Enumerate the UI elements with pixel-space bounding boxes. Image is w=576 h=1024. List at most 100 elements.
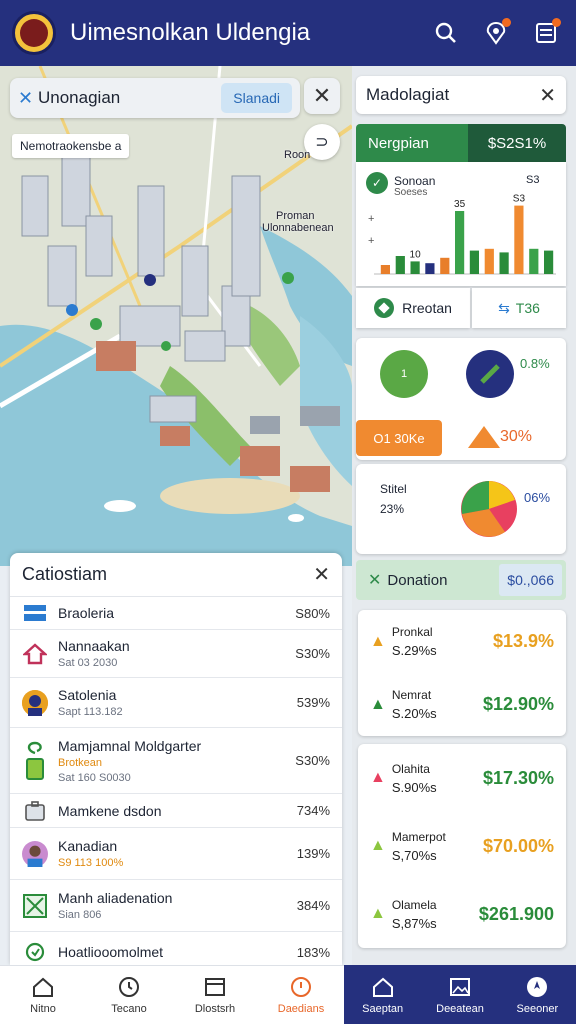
chart-bar xyxy=(395,256,405,274)
list-item[interactable]: Manh aliadenation Sian 806 384% xyxy=(10,880,342,932)
bottom-nav-left: Nitno Tecano Dlostsrh Daedians xyxy=(0,965,344,1024)
list-item-value: S30% xyxy=(295,753,330,768)
chart-bar xyxy=(425,263,435,274)
image-icon xyxy=(448,975,472,999)
donation-bar[interactable]: ✕ Donation $0.,066 xyxy=(356,560,566,600)
list-item[interactable]: Satolenia Sapt 113.182 539% xyxy=(10,678,342,728)
house-icon xyxy=(22,641,48,667)
list-item-sub: S9 113 100% xyxy=(58,857,124,869)
tools-icon: ✕ xyxy=(368,572,382,589)
chart-bar xyxy=(499,252,509,274)
nav-item-alerts[interactable]: Daedians xyxy=(258,966,344,1024)
stat-row[interactable]: ▲ Nemrat S.20%s $12.90% xyxy=(358,673,566,736)
list-item[interactable]: Braoleria S80% xyxy=(10,597,342,630)
t36-button[interactable]: ⇆ T36 xyxy=(472,288,566,328)
stats-card-top: ▲ Pronkal S.29%s $13.9% ▲ Nemrat S.20%s … xyxy=(358,610,566,736)
search-filter-chip[interactable]: Slanadi xyxy=(221,83,292,113)
stat-value: $17.30% xyxy=(482,767,554,788)
list-item-value: S80% xyxy=(295,605,330,621)
chart-bar xyxy=(484,248,494,274)
chart-bar xyxy=(469,250,479,274)
stats-card-bottom: ▲ Olahita S.90%s $17.30% ▲ Mamerpot S,70… xyxy=(358,744,566,948)
nav-label: Seeoner xyxy=(516,1002,559,1015)
pin-icon: ▲ xyxy=(370,837,386,854)
nav-item-clock[interactable]: Tecano xyxy=(86,966,172,1024)
list-item-value: S30% xyxy=(295,646,330,661)
list-item-name: Satolenia xyxy=(58,687,117,703)
rreotan-label: Rreotan xyxy=(402,300,452,316)
app-logo xyxy=(12,11,56,55)
chart-bar xyxy=(380,265,390,274)
pin-icon: ▲ xyxy=(370,632,386,650)
list-item-name: Hoatliooomolmet xyxy=(58,944,164,960)
list-item-sub: Sapt 113.182 xyxy=(58,706,123,718)
stat-row[interactable]: ▲ Olahita S.90%s $17.30% xyxy=(358,744,566,812)
stat-sub: S.29%s xyxy=(391,643,437,658)
chart-bar xyxy=(440,257,450,274)
list-item-value: 539% xyxy=(296,695,330,710)
stat-row[interactable]: ▲ Mamerpot S,70%s $70.00% xyxy=(358,812,566,880)
nav-label: Dlostsrh xyxy=(194,1003,236,1015)
catalog-header: Catiostiam ✕ xyxy=(10,553,342,597)
triangle-up-icon xyxy=(468,426,500,448)
list-item[interactable]: Mamkene dsdon 734% xyxy=(10,794,342,828)
list-item-name: Nannaakan xyxy=(58,638,130,654)
stat-sub: S,87%s xyxy=(391,915,437,931)
diamond-icon xyxy=(374,298,395,318)
alert-icon xyxy=(289,975,313,999)
nav-item-compass[interactable]: Seeoner xyxy=(499,965,576,1024)
pin-icon: ▲ xyxy=(370,695,386,713)
nav-item-home-dark[interactable]: Saeptan xyxy=(344,965,421,1024)
search-icon[interactable] xyxy=(428,15,464,51)
clock-icon xyxy=(117,975,141,999)
stat-label: Pronkal xyxy=(391,625,433,639)
stat-label: Olahita xyxy=(391,761,430,776)
pie-percent: 06% xyxy=(524,490,551,505)
stat-sub: S.20%s xyxy=(391,706,437,721)
menu-list-icon[interactable] xyxy=(528,15,564,51)
bottom-nav-right: Saeptan Deeatean Seeoner xyxy=(344,965,576,1024)
clear-search-icon[interactable]: ✕ xyxy=(18,88,38,109)
close-icon[interactable]: ✕ xyxy=(313,562,330,587)
dashboard-title: Madolagiat xyxy=(366,85,450,104)
rreotan-button[interactable]: Rreotan xyxy=(356,288,470,328)
map-search-bar[interactable]: ✕ Unonagian Slanadi xyxy=(10,78,300,118)
list-item[interactable]: Mamjamnal Moldgarter Brotkean Sat 160 S0… xyxy=(10,728,342,794)
pin-icon: ▲ xyxy=(370,769,386,786)
metric-triangle-value: 30% xyxy=(500,428,533,445)
stat-row[interactable]: ▲ Pronkal S.29%s $13.9% xyxy=(358,610,566,673)
list-item[interactable]: Hoatliooomolmet 183% xyxy=(10,932,342,965)
chart-bar xyxy=(410,261,420,274)
orange-pill-button[interactable]: O1 30Ke xyxy=(356,420,442,456)
app-root: Uimesnolkan Uldengia ✕ Unonagian Slanadi… xyxy=(0,0,576,1024)
nav-label: Tecano xyxy=(111,1003,147,1015)
stat-value: $70.00% xyxy=(482,835,554,856)
nav-label: Nitno xyxy=(30,1003,56,1015)
nav-item-archive[interactable]: Dlostsrh xyxy=(172,966,258,1024)
search-input[interactable]: Unonagian xyxy=(38,88,221,108)
chart-data-label: 35 xyxy=(454,199,466,210)
list-item-name: Kanadian xyxy=(58,838,118,854)
nav-label: Saeptan xyxy=(362,1002,404,1015)
donation-label: Donation xyxy=(387,571,448,589)
stat-value: $13.9% xyxy=(492,631,554,651)
chart-data-label: S3 xyxy=(513,194,526,205)
chart-bar xyxy=(544,250,554,274)
chart-card: ✓ Sonoan Soeses S3 10 35 S3 + + xyxy=(356,162,566,286)
summary-bar[interactable]: Nergpian $S2S1% xyxy=(356,124,566,162)
nav-item-home[interactable]: Nitno xyxy=(0,966,86,1024)
bar-chart: 10 35 S3 + + xyxy=(368,194,556,275)
donation-value: $0.,066 xyxy=(499,564,562,596)
list-item-name: Braoleria xyxy=(58,605,115,621)
chart-plus-icon: + xyxy=(368,213,374,225)
close-icon[interactable]: ✕ xyxy=(539,83,556,108)
list-item[interactable]: Nannaakan Sat 03 2030 S30% xyxy=(10,630,342,678)
list-item-sub: Sian 806 xyxy=(58,909,102,921)
stat-row[interactable]: ▲ Olamela S,87%s $261.900 xyxy=(358,880,566,948)
nav-item-image[interactable]: Deeatean xyxy=(421,965,498,1024)
close-map-icon[interactable]: ✕ xyxy=(304,78,340,114)
list-item[interactable]: Kanadian S9 113 100% 139% xyxy=(10,828,342,880)
leaf-icon xyxy=(22,939,48,965)
briefcase-icon xyxy=(22,798,48,824)
location-pin-icon[interactable] xyxy=(478,15,514,51)
